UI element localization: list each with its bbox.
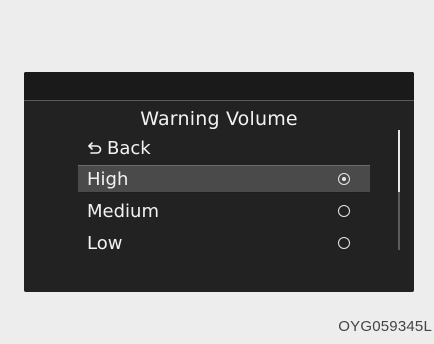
radio-unchecked-icon[interactable] <box>338 205 350 217</box>
menu-title: Warning Volume <box>140 108 298 130</box>
back-arrow-icon <box>87 140 103 156</box>
back-button[interactable]: Back <box>78 134 370 162</box>
option-label: Medium <box>87 200 159 222</box>
display-header-band <box>24 72 414 100</box>
option-medium[interactable]: Medium <box>78 197 370 225</box>
option-low[interactable]: Low <box>78 229 370 257</box>
header-divider <box>24 100 414 101</box>
back-label: Back <box>107 137 151 159</box>
option-high[interactable]: High <box>78 165 370 193</box>
figure-page: Warning Volume Back High Medium Low OYG0… <box>0 0 434 344</box>
radio-checked-icon[interactable] <box>338 173 350 185</box>
option-label: Low <box>87 232 123 254</box>
radio-unchecked-icon[interactable] <box>338 237 350 249</box>
scrollbar-track[interactable] <box>398 130 400 250</box>
cluster-display: Warning Volume Back High Medium Low <box>24 72 414 292</box>
figure-code: OYG059345L <box>338 318 432 335</box>
scrollbar-thumb[interactable] <box>398 130 400 192</box>
option-label: High <box>87 168 129 190</box>
